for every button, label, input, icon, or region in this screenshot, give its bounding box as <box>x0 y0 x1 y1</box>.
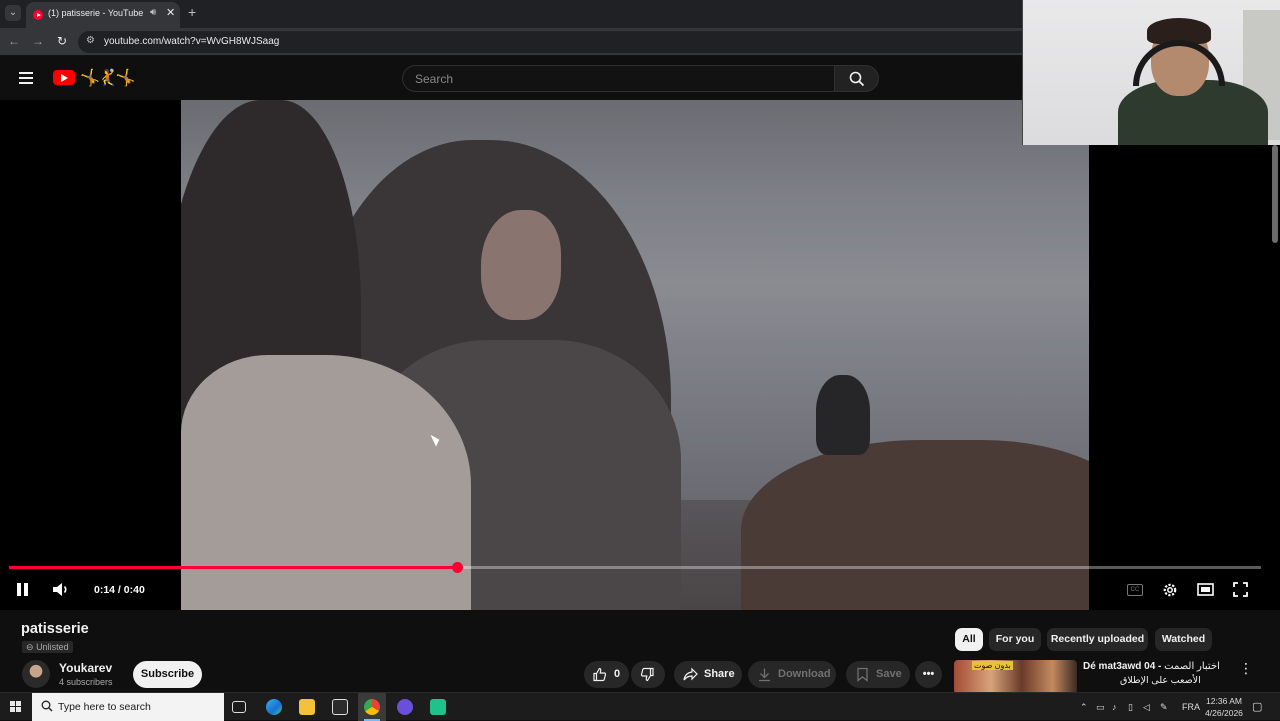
tray-network-icon[interactable]: ▭ <box>1096 702 1105 713</box>
video-scene-sitting-person <box>816 375 870 455</box>
tray-speaker-icon[interactable]: ◁ <box>1143 702 1150 713</box>
taskbar-clock[interactable]: 12:36 AM 4/26/2026 <box>1200 695 1248 719</box>
subtitles-cc-icon[interactable]: CC <box>1127 584 1143 596</box>
recommended-video-title[interactable]: Dé mat3awd 04 - اختبار الصمت <box>1083 661 1220 672</box>
more-actions-icon[interactable]: ••• <box>915 661 942 688</box>
page-scrollbar-thumb[interactable] <box>1272 145 1278 243</box>
video-info-area: patisserie ⊖ Unlisted Youkarev 4 subscri… <box>0 610 1280 694</box>
clipchamp-icon[interactable] <box>430 699 446 715</box>
tab-search-chevron-icon[interactable]: ⌄ <box>5 5 21 21</box>
subscribe-button[interactable]: Subscribe <box>133 661 202 688</box>
fullscreen-icon[interactable] <box>1233 582 1248 597</box>
close-tab-icon[interactable]: ✕ <box>166 6 175 19</box>
bookmark-icon <box>857 667 868 682</box>
chip-recently-uploaded[interactable]: Recently uploaded <box>1047 628 1148 651</box>
url-text[interactable]: youtube.com/watch?v=WvGH8WJSaag <box>104 36 279 47</box>
clock-date: 4/26/2026 <box>1205 708 1243 718</box>
download-button[interactable]: Download <box>748 661 836 688</box>
video-scene-rock <box>741 440 1089 610</box>
search-icon <box>849 71 865 87</box>
time-display: 0:14 / 0:40 <box>94 584 145 596</box>
share-arrow-icon <box>683 667 698 681</box>
search-input[interactable] <box>415 71 815 87</box>
thumbnail-badge: بدون صوت <box>972 661 1013 670</box>
chrome-browser-icon[interactable] <box>364 699 380 715</box>
progress-bar-played <box>9 566 458 569</box>
task-view-icon[interactable] <box>232 701 246 713</box>
video-frame[interactable] <box>181 100 1089 610</box>
taskbar-search-placeholder: Type here to search <box>58 701 151 713</box>
hamburger-menu-icon[interactable] <box>19 72 33 84</box>
site-info-icon[interactable]: ⚙︎ <box>86 35 95 46</box>
download-icon <box>759 668 770 682</box>
volume-icon[interactable] <box>52 582 70 597</box>
webcam-headset <box>1133 40 1225 86</box>
tray-chevron-up-icon[interactable]: ⌃ <box>1080 702 1088 713</box>
tray-language[interactable]: FRA <box>1182 702 1200 712</box>
video-scene-woman-face <box>481 210 561 320</box>
taskbar-search-box[interactable]: Type here to search <box>32 693 224 721</box>
tray-pen-icon[interactable]: ✎ <box>1160 702 1168 713</box>
save-label: Save <box>876 668 902 680</box>
chip-all[interactable]: All <box>955 628 983 651</box>
edge-browser-icon[interactable] <box>266 699 282 715</box>
recommended-video-subtitle: الأصعب على الإطلاق <box>1120 675 1201 686</box>
chip-for-you[interactable]: For you <box>989 628 1041 651</box>
new-tab-plus-icon[interactable]: + <box>188 4 196 20</box>
chip-watched[interactable]: Watched <box>1155 628 1212 651</box>
reload-icon[interactable]: ↻ <box>54 34 70 48</box>
tab-title: (1) patisserie - YouTube <box>48 8 144 18</box>
recommended-title-latin: Dé mat3awd 04 - <box>1083 661 1162 672</box>
settings-gear-icon[interactable] <box>1162 582 1178 598</box>
pause-icon[interactable] <box>17 583 29 596</box>
save-button[interactable]: Save <box>846 661 910 688</box>
browser-tab-active[interactable]: (1) patisserie - YouTube 🔊︎ ✕ <box>26 2 180 28</box>
windows-taskbar: Type here to search ⌃ ▭ ♪ ▯ ◁ ✎ FRA 12:3… <box>0 692 1280 721</box>
thumbs-down-icon <box>640 667 654 682</box>
recommended-title-arabic: اختبار الصمت <box>1164 661 1220 672</box>
microsoft-store-icon[interactable] <box>332 699 348 715</box>
youtube-favicon-icon <box>33 10 43 20</box>
channel-name[interactable]: Youkarev <box>59 661 112 675</box>
video-player[interactable]: 0:14 / 0:40 CC <box>0 100 1280 610</box>
taskbar-search-icon <box>41 700 53 712</box>
webcam-overlay <box>1022 0 1280 145</box>
search-box <box>402 65 834 92</box>
theater-mode-icon[interactable] <box>1197 583 1214 596</box>
notification-icon[interactable]: ▢ <box>1252 700 1262 713</box>
dislike-button[interactable] <box>631 661 665 688</box>
tray-microphone-icon[interactable]: ♪ <box>1112 702 1117 712</box>
windows-start-icon[interactable] <box>10 701 22 713</box>
channel-avatar[interactable] <box>22 660 50 688</box>
unlisted-label: Unlisted <box>36 642 69 652</box>
recommended-more-vert-icon[interactable]: ⋮ <box>1239 660 1253 677</box>
share-button[interactable]: Share <box>674 661 742 688</box>
search-button[interactable] <box>834 65 879 92</box>
youtube-doodle[interactable]: 🤸🤾🤸 <box>80 68 136 88</box>
download-label: Download <box>778 668 831 680</box>
youtube-logo-icon[interactable] <box>53 70 75 85</box>
tray-battery-icon[interactable]: ▯ <box>1128 702 1133 713</box>
discord-icon[interactable] <box>397 699 413 715</box>
link-icon: ⊖ <box>26 642 34 652</box>
file-explorer-icon[interactable] <box>299 699 315 715</box>
thumbs-up-icon <box>593 667 607 682</box>
forward-arrow-icon[interactable]: → <box>30 34 46 48</box>
recommended-video-thumbnail[interactable]: بدون صوت <box>954 660 1077 694</box>
audio-playing-icon[interactable]: 🔊︎ <box>150 7 156 18</box>
subscriber-count: 4 subscribers <box>59 677 113 687</box>
unlisted-badge: ⊖ Unlisted <box>22 641 73 653</box>
clock-time: 12:36 AM <box>1206 696 1242 706</box>
like-count: 0 <box>614 668 621 680</box>
video-title: patisserie <box>21 621 89 637</box>
share-label: Share <box>704 668 735 680</box>
video-scene-man-shirt <box>181 355 471 610</box>
like-button[interactable]: 0 <box>584 661 629 688</box>
back-arrow-icon[interactable]: ← <box>6 34 22 48</box>
progress-bar[interactable] <box>9 562 1261 573</box>
